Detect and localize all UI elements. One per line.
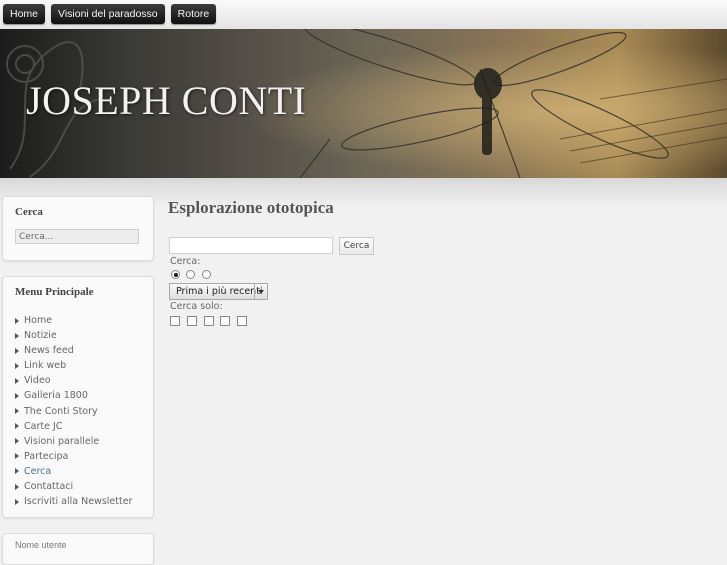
menu-item[interactable]: Notizie (15, 328, 132, 343)
arrow-right-icon (15, 393, 19, 400)
header-banner: JOSEPH CONTI (0, 29, 727, 178)
main-menu-title: Menu Principale (15, 286, 94, 298)
login-module: Nome utente (2, 533, 154, 565)
menu-item-label: Galleria 1800 (24, 390, 88, 402)
arrow-right-icon (15, 483, 19, 490)
menu-item[interactable]: Contattaci (15, 479, 132, 494)
menu-item[interactable]: Carte JC (15, 419, 132, 434)
arrow-right-icon (15, 498, 19, 505)
arrow-right-icon (15, 408, 19, 415)
area-checkbox-2[interactable] (187, 316, 197, 326)
menu-item-label: Link web (24, 360, 67, 372)
area-checkbox-4[interactable] (220, 316, 230, 326)
area-checkbox-3[interactable] (204, 316, 214, 326)
ordering-select[interactable]: Prima i più recenti (169, 283, 268, 300)
menu-item[interactable]: The Conti Story (15, 404, 132, 419)
radio-option-1[interactable] (171, 270, 180, 279)
page-title: Esplorazione ototopica (168, 198, 334, 217)
ordering-value: Prima i più recenti (176, 286, 263, 297)
arrow-right-icon (15, 438, 19, 445)
area-checkbox-5[interactable] (237, 316, 247, 326)
menu-item-label: Home (24, 315, 53, 326)
nav-visioni-del-paradosso[interactable]: Visioni del paradosso (51, 4, 165, 24)
menu-item[interactable]: Video (15, 373, 132, 388)
search-only-label: Cerca solo: (170, 301, 223, 312)
login-module-title: Nome utente (15, 540, 67, 550)
menu-item-label: Carte JC (24, 420, 63, 432)
menu-item[interactable]: Cerca (15, 464, 132, 479)
search-module-title: Cerca (15, 206, 43, 218)
area-checkbox-1[interactable] (170, 316, 180, 326)
radio-option-2[interactable] (186, 270, 195, 279)
menu-item-label: Contattaci (24, 481, 74, 493)
arrow-right-icon (15, 317, 19, 324)
menu-item[interactable]: Visioni parallele (15, 434, 132, 449)
menu-item-label: Iscriviti alla Newsletter (24, 496, 133, 508)
nav-home[interactable]: Home (3, 4, 46, 24)
menu-item-label: Visioni parallele (24, 435, 100, 447)
sidebar-search-input[interactable]: Cerca... (15, 229, 139, 244)
menu-item-label: Partecipa (24, 450, 69, 462)
menu-item[interactable]: Link web (15, 358, 132, 373)
top-navigation-bar: Home Visioni del paradosso Rotore (0, 0, 727, 30)
main-menu-module: Menu Principale Home Notizie News feed Link… (2, 276, 154, 518)
menu-item-label: Cerca (24, 465, 52, 477)
menu-item-label: News feed (24, 345, 74, 357)
arrow-right-icon (15, 347, 19, 354)
arrow-right-icon (15, 423, 19, 430)
top-nav: Home Visioni del paradosso Rotore (3, 4, 217, 24)
menu-item-label: Notizie (24, 330, 57, 342)
arrow-right-icon (15, 453, 19, 460)
menu-item[interactable]: Galleria 1800 (15, 388, 132, 403)
arrow-right-icon (15, 377, 19, 384)
search-button[interactable]: Cerca (339, 237, 374, 255)
arrow-right-icon (15, 332, 19, 339)
search-input[interactable] (169, 237, 333, 254)
site-title: JOSEPH CONTI (26, 78, 307, 123)
radio-option-3[interactable] (202, 270, 211, 279)
menu-item[interactable]: Iscriviti alla Newsletter (15, 494, 132, 509)
main-menu-list: Home Notizie News feed Link web Video Galleri… (15, 313, 132, 509)
chevron-down-icon (254, 284, 267, 299)
menu-item[interactable]: Partecipa (15, 449, 132, 464)
menu-item-label: The Conti Story (24, 405, 98, 417)
search-module: Cerca Cerca... (2, 196, 154, 261)
arrow-right-icon (15, 362, 19, 369)
arrow-right-icon (15, 468, 19, 475)
menu-item-label: Video (24, 375, 51, 387)
menu-item[interactable]: News feed (15, 343, 132, 358)
nav-rotore[interactable]: Rotore (170, 4, 217, 24)
search-for-label: Cerca: (170, 256, 201, 267)
menu-item[interactable]: Home (15, 313, 132, 328)
